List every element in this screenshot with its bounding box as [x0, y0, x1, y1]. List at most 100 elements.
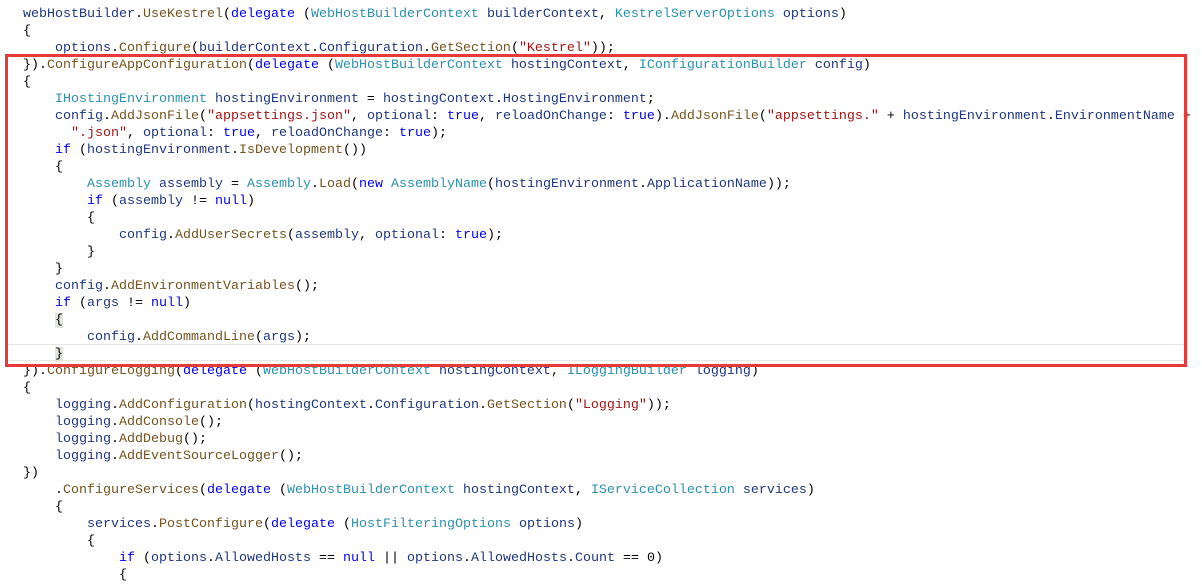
code-token: { [23, 23, 31, 39]
code-token: (); [294, 278, 319, 294]
code-token: . [311, 176, 319, 192]
code-token: == 0) [614, 550, 663, 566]
code-line: { [87, 533, 95, 550]
code-token: , [598, 6, 615, 22]
code-token: Count [574, 550, 615, 566]
code-line: logging.AddConfiguration(hostingContext.… [55, 397, 671, 414]
code-token: options [406, 550, 463, 566]
code-line: logging.AddEventSourceLogger(); [55, 448, 303, 465]
code-token: : [438, 227, 455, 243]
code-token: hostingEnvironment [494, 176, 639, 192]
code-token: AddEventSourceLogger [119, 448, 279, 464]
code-line: config.AddUserSecrets(assembly, optional… [119, 227, 503, 244]
code-token: config [814, 57, 863, 73]
code-token: = [223, 176, 247, 192]
code-line: { [87, 210, 95, 227]
code-token: { [55, 159, 63, 175]
code-line: IHostingEnvironment hostingEnvironment =… [55, 91, 655, 108]
code-token: IServiceCollection [590, 482, 735, 498]
code-token: ); [294, 329, 311, 345]
code-token: optional [366, 108, 431, 124]
code-token: ( [246, 363, 263, 379]
code-line: config.AddCommandLine(args); [87, 329, 311, 346]
code-token: , [478, 108, 495, 124]
code-token: options [518, 516, 575, 532]
code-line: } [55, 346, 63, 363]
code-token: services [87, 516, 151, 532]
code-token: != [183, 193, 215, 209]
code-token: ( [198, 482, 207, 498]
code-token: ) [750, 363, 759, 379]
code-token: , [358, 227, 375, 243]
code-line: Assembly assembly = Assembly.Load(new As… [87, 176, 791, 193]
code-token: GetSection [486, 397, 567, 413]
code-token: ; [646, 91, 655, 107]
code-token: ( [486, 176, 495, 192]
code-token: config [87, 329, 135, 345]
code-token: ( [286, 227, 295, 243]
code-token: . [103, 278, 111, 294]
code-line: { [55, 312, 63, 329]
code-token: WebHostBuilderContext [286, 482, 455, 498]
code-token: AssemblyName [391, 176, 487, 192]
code-token: if [55, 295, 71, 311]
code-line: { [55, 159, 63, 176]
code-token: . [55, 482, 63, 498]
code-token: ( [71, 295, 87, 311]
code-line: if (assembly != null) [87, 193, 255, 210]
code-token: . [494, 91, 503, 107]
code-token: . [103, 108, 111, 124]
code-token: delegate [254, 57, 319, 73]
code-token: ( [246, 57, 255, 73]
code-token: ( [334, 516, 351, 532]
code-token: logging [55, 431, 111, 447]
code-token: ); [430, 125, 447, 141]
code-line: services.PostConfigure(delegate (HostFil… [87, 516, 583, 533]
code-token: options [151, 550, 207, 566]
code-token: hostingEnvironment [214, 91, 359, 107]
code-token: { [119, 567, 127, 583]
code-editor[interactable]: webHostBuilder.UseKestrel(delegate (WebH… [0, 0, 1202, 583]
code-token: IConfigurationBuilder [638, 57, 807, 73]
code-line: config.AddJsonFile("appsettings.json", o… [55, 108, 1191, 125]
code-token: hostingContext [254, 397, 367, 413]
code-line: if (hostingEnvironment.IsDevelopment()) [55, 142, 367, 159]
code-token: , [574, 482, 591, 498]
code-token: ) [247, 193, 255, 209]
code-token: true [446, 108, 479, 124]
code-token: AddUserSecrets [175, 227, 287, 243]
code-token: ) [183, 295, 191, 311]
code-token: , [622, 57, 639, 73]
code-token: "Kestrel" [518, 40, 591, 56]
code-token: HostingEnvironment [502, 91, 647, 107]
code-token: . [462, 550, 471, 566]
code-token: IsDevelopment [238, 142, 343, 158]
code-token: AddEnvironmentVariables [111, 278, 295, 294]
code-token: true [622, 108, 655, 124]
code-token: args [262, 329, 295, 345]
code-token: WebHostBuilderContext [310, 6, 479, 22]
code-token: Assembly [87, 176, 151, 192]
code-token: null [215, 193, 247, 209]
code-token: ( [246, 397, 255, 413]
code-token: (); [183, 431, 207, 447]
code-token: hostingContext [438, 363, 551, 379]
code-token: ( [190, 40, 199, 56]
code-line: if (args != null) [55, 295, 191, 312]
code-token: } [55, 261, 63, 277]
code-token: AllowedHosts [470, 550, 567, 566]
code-token: )); [646, 397, 671, 413]
code-token: . [638, 176, 647, 192]
code-token: { [23, 74, 31, 90]
code-token: assembly [294, 227, 359, 243]
code-token: . [366, 397, 375, 413]
code-token: optional [143, 125, 207, 141]
code-token: ".json" [71, 125, 127, 141]
